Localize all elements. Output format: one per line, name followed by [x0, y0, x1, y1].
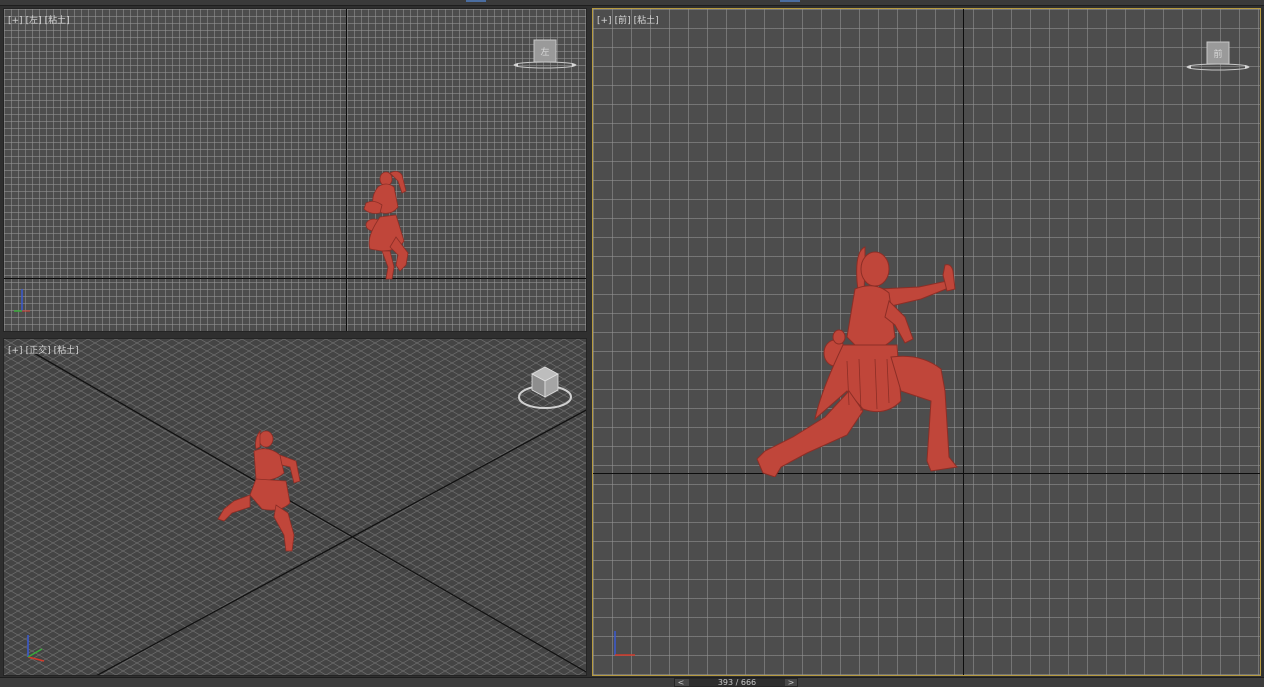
- world-axis-vertical: [963, 9, 964, 675]
- toolbar-highlight: [466, 0, 486, 2]
- axis-tripod-icon: [14, 289, 30, 312]
- world-axis-vertical: [346, 9, 347, 331]
- viewcube-icon[interactable]: 左: [512, 37, 578, 71]
- viewport-view-name[interactable]: [左]: [26, 16, 42, 26]
- viewcube-face-label: 左: [540, 46, 549, 58]
- viewport-menu-plus[interactable]: [+]: [8, 16, 23, 26]
- character-model[interactable]: [210, 425, 310, 561]
- viewport-shading-mode[interactable]: [粘土]: [45, 16, 70, 26]
- viewport-menu-plus[interactable]: [+]: [597, 16, 612, 26]
- viewport-label[interactable]: [+] [前] [粘土]: [597, 13, 662, 26]
- viewport-view-name[interactable]: [前]: [615, 16, 631, 26]
- viewport-front[interactable]: [+] [前] [粘土] 前: [592, 8, 1261, 676]
- viewcube-face-label: 前: [1213, 48, 1222, 60]
- time-slider-prev-button[interactable]: <: [675, 679, 687, 687]
- time-slider-next-button[interactable]: >: [785, 679, 797, 687]
- viewport-label[interactable]: [+] [正交] [粘土]: [8, 343, 82, 356]
- viewport-view-name[interactable]: [正交]: [26, 346, 51, 356]
- time-slider[interactable]: < 393 / 666 >: [674, 678, 798, 687]
- viewport-orthographic[interactable]: [+] [正交] [粘土]: [3, 338, 587, 676]
- top-toolbar-edge: [0, 0, 1264, 6]
- viewport-left[interactable]: [+] [左] [粘土] 左: [3, 8, 587, 332]
- time-slider-thumb[interactable]: 393 / 666: [689, 679, 785, 687]
- viewport-shading-mode[interactable]: [粘土]: [54, 346, 79, 356]
- toolbar-highlight: [780, 0, 800, 2]
- character-model[interactable]: [352, 167, 414, 281]
- status-bar: [0, 677, 1264, 687]
- world-axis-horizontal: [4, 278, 586, 279]
- viewcube-icon[interactable]: [514, 363, 576, 413]
- viewport-label[interactable]: [+] [左] [粘土]: [8, 13, 73, 26]
- axis-tripod-icon: [614, 631, 635, 656]
- character-model[interactable]: [751, 241, 963, 477]
- max-viewport-layout: [+] [左] [粘土] 左 [+] [正交] [粘土] [+] [前] [粘土…: [0, 0, 1264, 687]
- viewport-shading-mode[interactable]: [粘土]: [634, 16, 659, 26]
- viewport-menu-plus[interactable]: [+]: [8, 346, 23, 356]
- axis-tripod-icon: [27, 635, 45, 662]
- viewcube-icon[interactable]: 前: [1185, 39, 1251, 73]
